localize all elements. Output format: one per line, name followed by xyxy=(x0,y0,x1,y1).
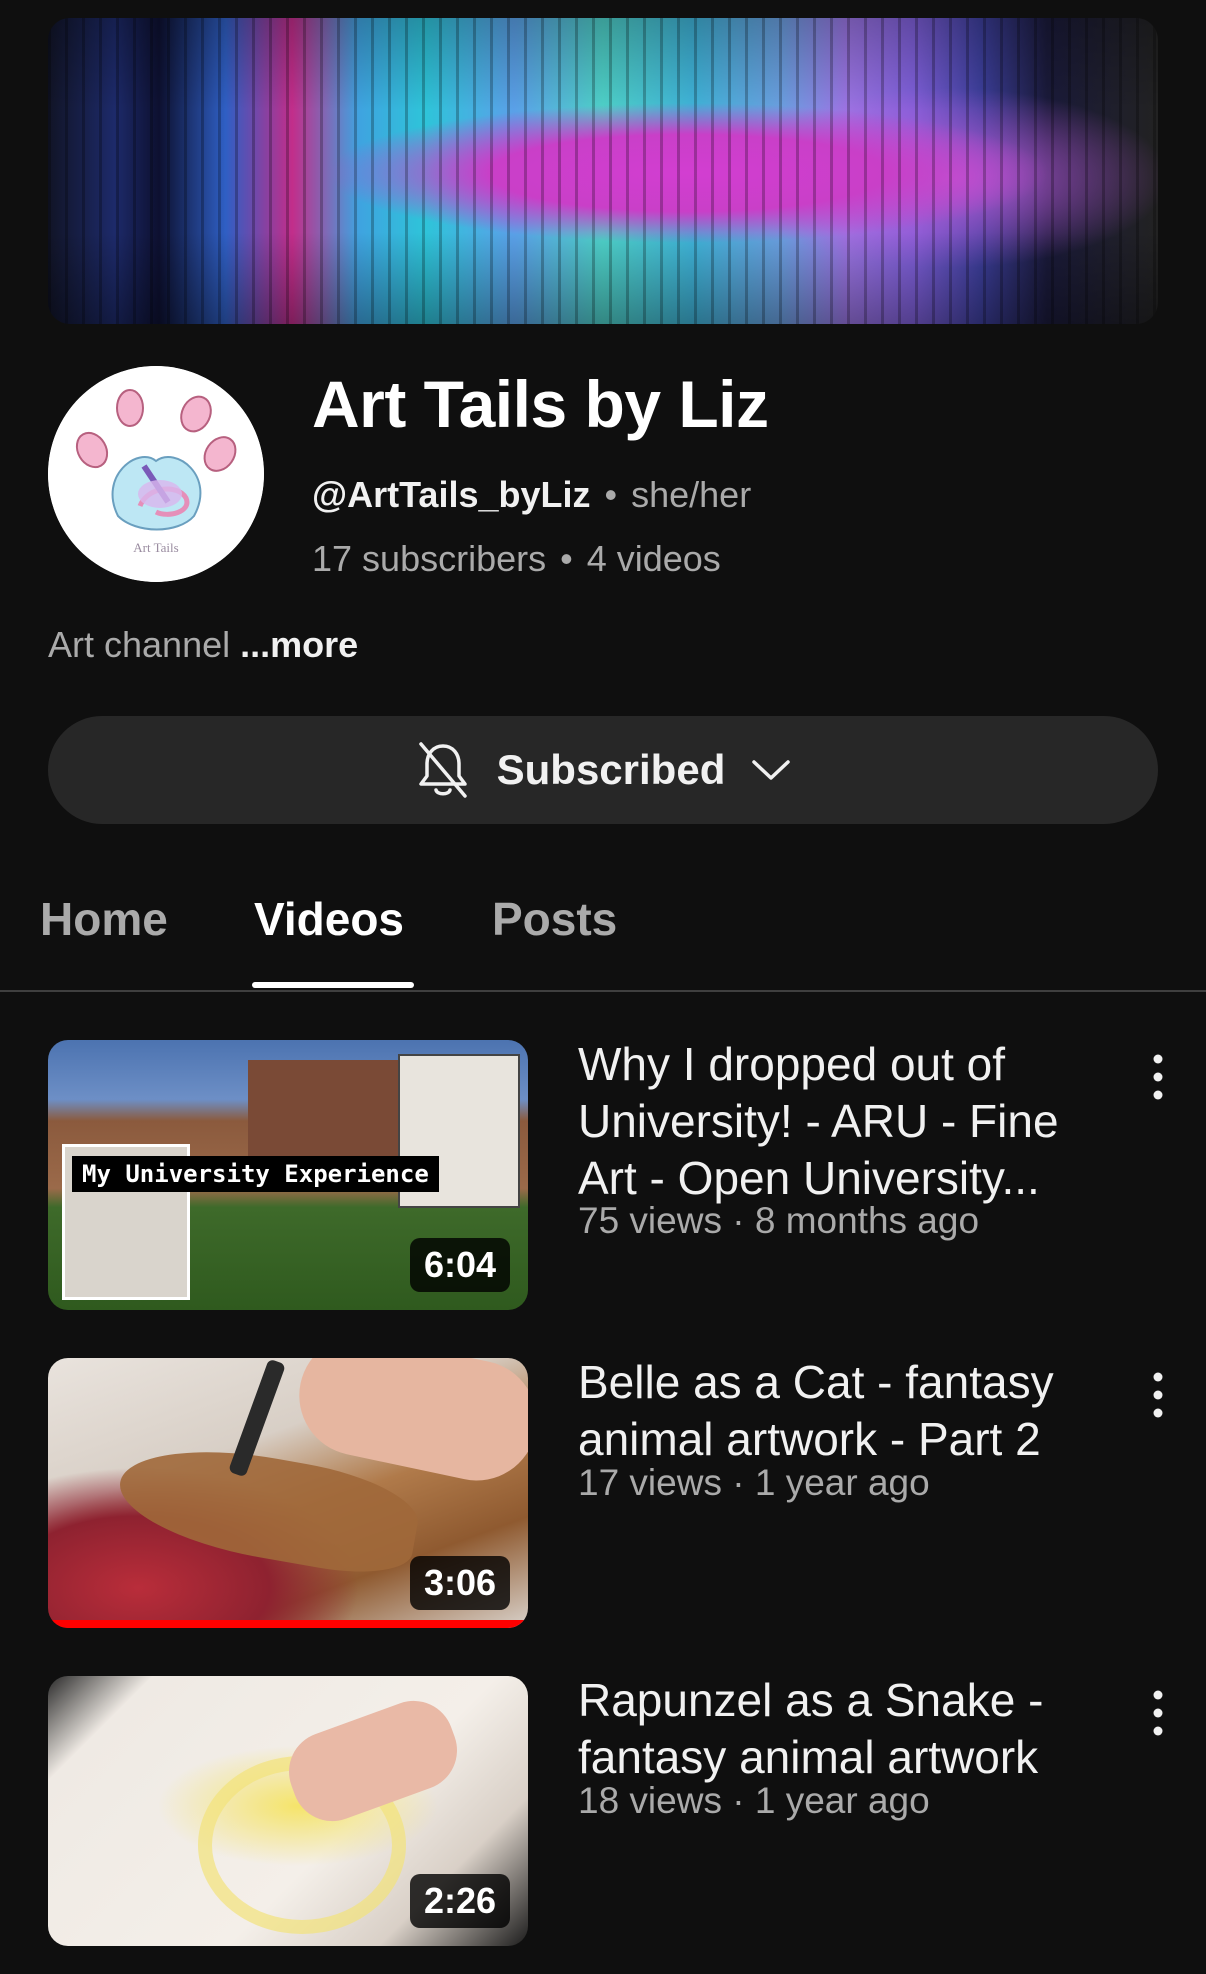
tab-videos[interactable]: Videos xyxy=(254,892,404,946)
watch-progress-bar xyxy=(48,1620,528,1628)
subscribed-button[interactable]: Subscribed xyxy=(48,716,1158,824)
video-duration: 2:26 xyxy=(409,1874,510,1928)
channel-pronouns: she/her xyxy=(631,474,752,515)
subscriber-count: 17 subscribers xyxy=(312,538,547,579)
channel-name: Art Tails by Liz xyxy=(312,367,769,441)
more-options-icon[interactable] xyxy=(1140,1050,1176,1104)
separator-dot: • xyxy=(604,474,618,515)
video-meta: 18 views · 1 year ago xyxy=(578,1780,930,1821)
channel-description[interactable]: Art channel ...more xyxy=(48,624,358,666)
description-text: Art channel xyxy=(48,624,231,665)
tab-home[interactable]: Home xyxy=(40,892,168,946)
video-title[interactable]: Rapunzel as a Snake - fantasy animal art… xyxy=(578,1672,1118,1786)
channel-banner xyxy=(48,18,1158,324)
channel-stats: 17 subscribers • 4 videos xyxy=(312,538,721,580)
video-item[interactable]: My University Experience 6:04 Why I drop… xyxy=(0,1038,1206,1320)
video-item[interactable]: 3:06 Belle as a Cat - fantasy animal art… xyxy=(0,1356,1206,1638)
video-thumbnail[interactable]: 2:26 xyxy=(48,1676,528,1946)
chevron-down-icon xyxy=(752,760,791,780)
tab-posts[interactable]: Posts xyxy=(492,892,617,946)
video-title[interactable]: Why I dropped out of University! - ARU -… xyxy=(578,1036,1118,1207)
video-duration: 6:04 xyxy=(409,1238,510,1292)
bell-off-icon xyxy=(418,742,467,798)
channel-avatar[interactable]: Art Tails xyxy=(48,366,264,582)
video-meta: 75 views · 8 months ago xyxy=(578,1200,980,1241)
separator-dot: • xyxy=(560,538,573,579)
channel-tabs: Home Videos Posts xyxy=(0,880,1206,992)
more-link[interactable]: ...more xyxy=(240,624,358,665)
video-thumbnail[interactable]: 3:06 xyxy=(48,1358,528,1628)
video-meta: 17 views · 1 year ago xyxy=(578,1462,930,1503)
channel-handle-line: @ArtTails_byLiz • she/her xyxy=(312,474,751,516)
video-title[interactable]: Belle as a Cat - fantasy animal artwork … xyxy=(578,1354,1118,1468)
active-tab-indicator xyxy=(252,982,414,988)
video-count: 4 videos xyxy=(586,538,721,579)
video-duration: 3:06 xyxy=(409,1556,510,1610)
subscribed-label: Subscribed xyxy=(496,746,726,793)
more-options-icon[interactable] xyxy=(1140,1686,1176,1740)
channel-handle: @ArtTails_byLiz xyxy=(312,474,591,515)
thumbnail-caption: My University Experience xyxy=(72,1156,439,1192)
video-item[interactable]: 2:26 Rapunzel as a Snake - fantasy anima… xyxy=(0,1674,1206,1956)
channel-page: Art Tails Art Tails by Liz @ArtTails_byL… xyxy=(0,0,1206,1974)
video-thumbnail[interactable]: My University Experience 6:04 xyxy=(48,1040,528,1310)
avatar-text: Art Tails xyxy=(133,540,179,555)
more-options-icon[interactable] xyxy=(1140,1368,1176,1422)
